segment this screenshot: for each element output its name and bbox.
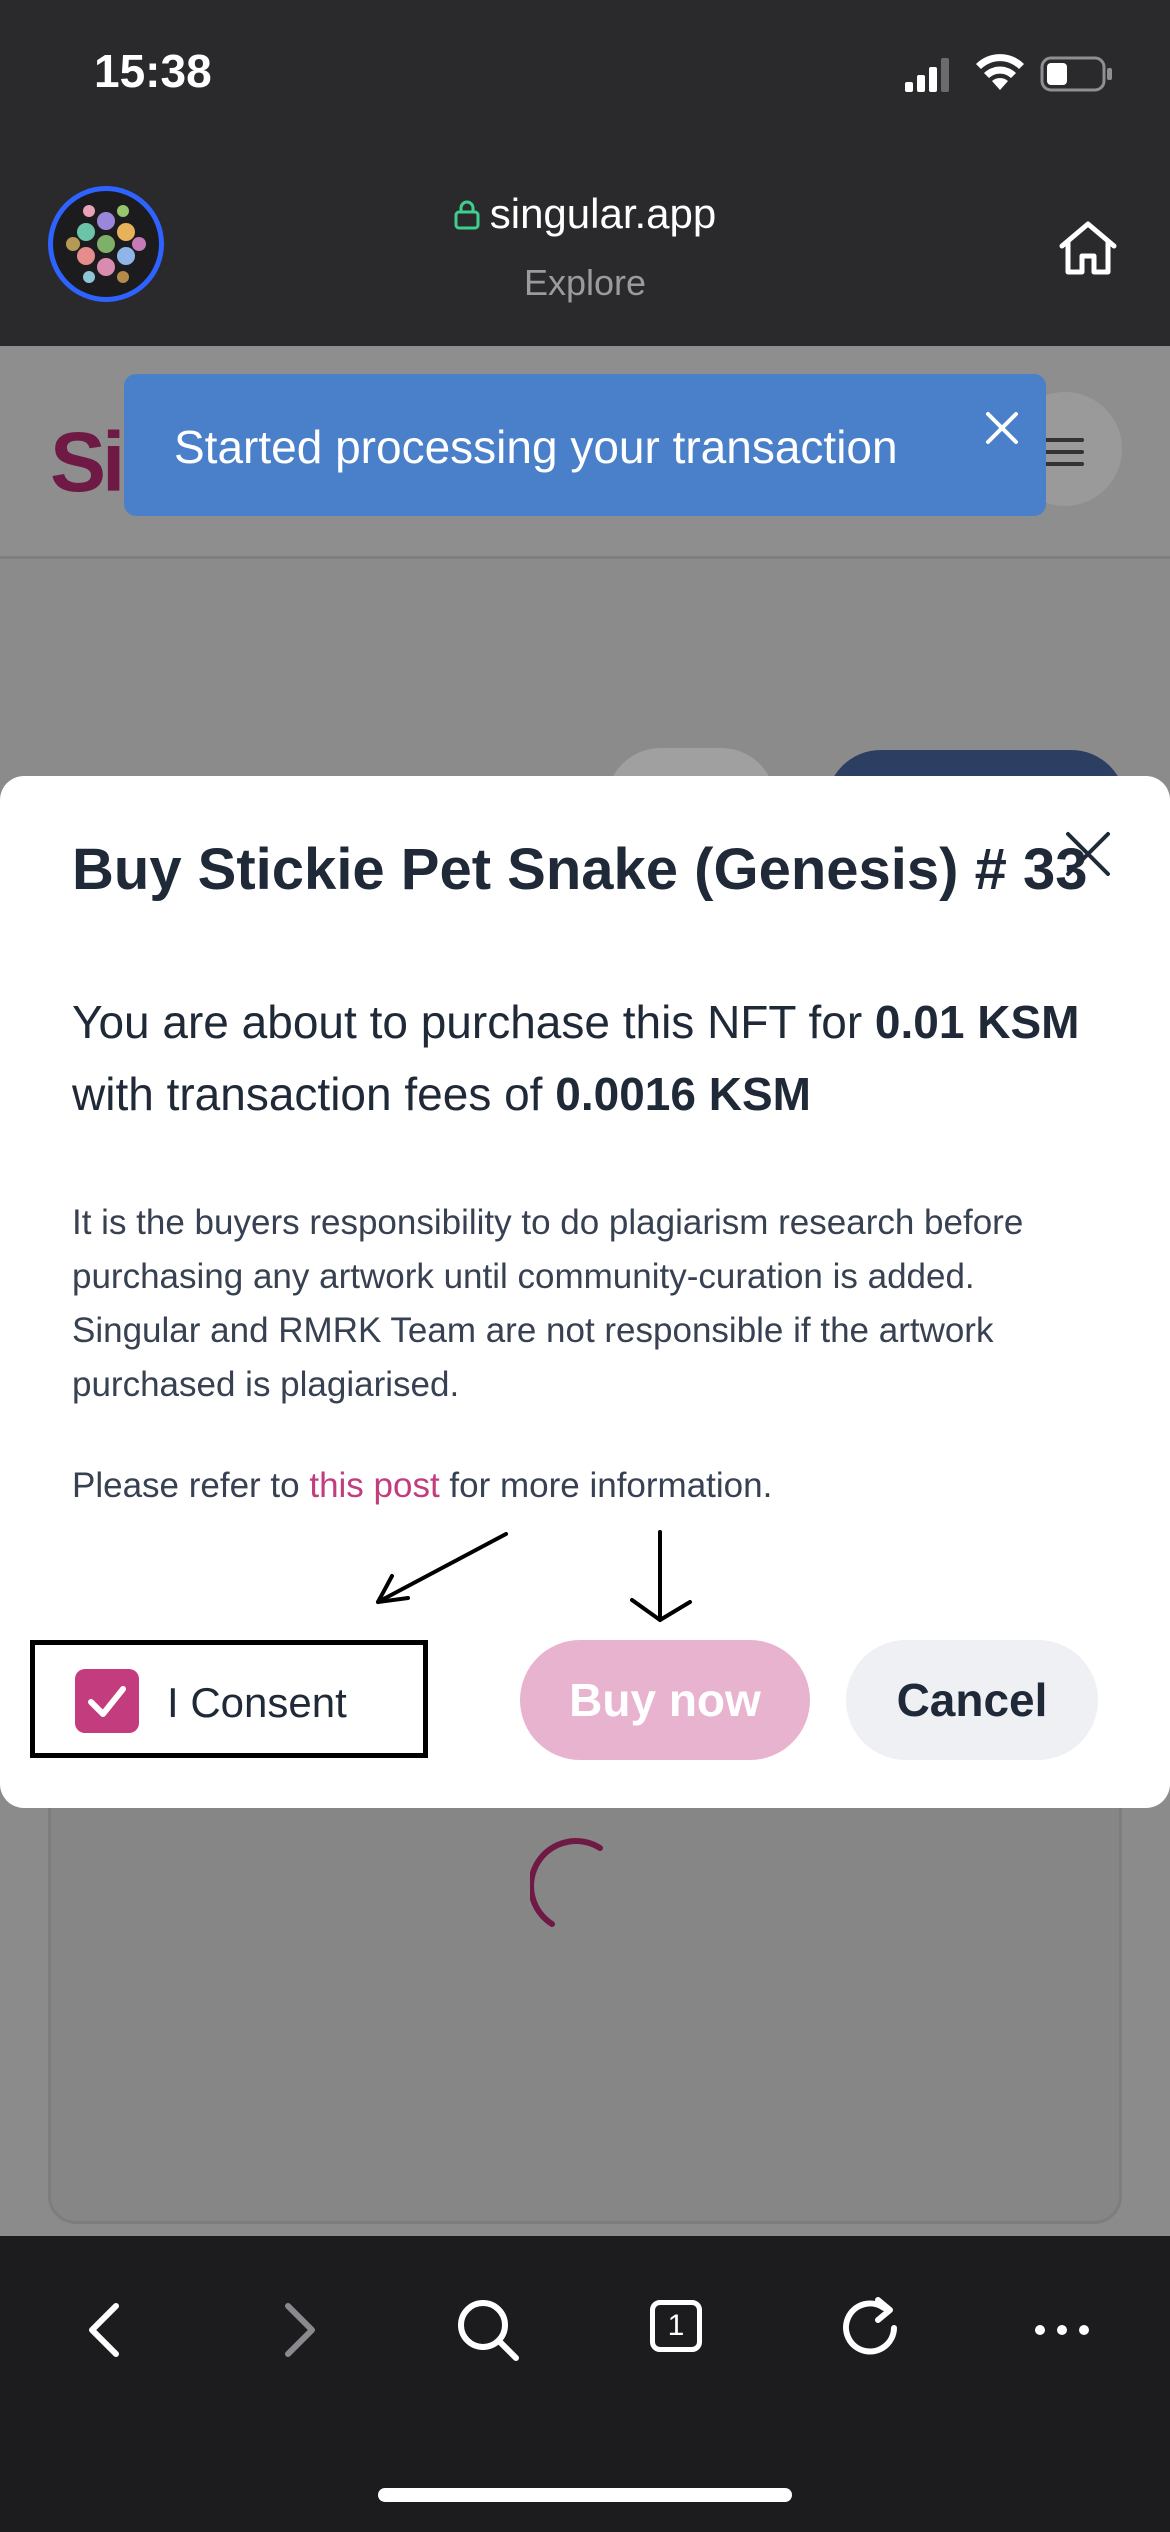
reload-icon[interactable] <box>832 2290 912 2370</box>
toast-message: Started processing your transaction <box>174 421 898 473</box>
battery-icon <box>1040 56 1112 92</box>
url-domain: singular.app <box>489 190 717 237</box>
more-options-icon[interactable] <box>1022 2290 1102 2370</box>
price-prefix: You are about to purchase this NFT for <box>72 996 875 1048</box>
cellular-signal-icon <box>905 58 949 92</box>
forward-icon[interactable] <box>258 2290 338 2370</box>
annotation-arrow <box>630 1530 692 1622</box>
refer-suffix: for more information. <box>439 1466 773 1505</box>
this-post-link[interactable]: this post <box>309 1466 439 1505</box>
buy-modal: Buy Stickie Pet Snake (Genesis) # 33 You… <box>0 776 1170 1808</box>
url-subtitle: Explore <box>523 262 647 303</box>
loading-spinner-icon <box>530 1838 603 1927</box>
price-summary: You are about to purchase this NFT for 0… <box>72 986 1082 1130</box>
status-time: 15:38 <box>94 45 212 97</box>
home-icon[interactable] <box>1056 218 1120 278</box>
buy-now-button[interactable]: Buy now <box>520 1640 810 1760</box>
back-icon[interactable] <box>66 2290 146 2370</box>
consent-checkbox-row[interactable]: I Consent <box>30 1640 428 1758</box>
browser-header <box>0 150 1170 346</box>
toast-notification: Started processing your transaction <box>124 374 1046 516</box>
checkbox-checked-icon[interactable] <box>75 1669 139 1733</box>
price-middle: with transaction fees of <box>72 1068 556 1120</box>
tab-count: 1 <box>650 2300 702 2352</box>
site-logo[interactable]: Si <box>50 414 125 511</box>
hamburger-menu-icon <box>1044 438 1084 466</box>
annotation-arrow <box>376 1532 508 1604</box>
nft-price: 0.01 KSM <box>874 996 1080 1048</box>
toast-close-icon[interactable] <box>982 408 1022 448</box>
lock-icon <box>454 200 480 230</box>
search-icon[interactable] <box>448 2290 528 2370</box>
url-bar[interactable]: singular.app <box>0 190 1170 238</box>
close-icon[interactable] <box>1062 828 1114 880</box>
consent-label: I Consent <box>167 1679 347 1726</box>
home-indicator <box>378 2488 792 2502</box>
cancel-button[interactable]: Cancel <box>846 1640 1098 1760</box>
plagiarism-disclaimer: It is the buyers responsibility to do pl… <box>72 1203 1024 1404</box>
transaction-fee: 0.0016 KSM <box>555 1068 811 1120</box>
wifi-icon <box>976 54 1024 90</box>
modal-title: Buy Stickie Pet Snake (Genesis) # 33 <box>72 837 1088 902</box>
refer-prefix: Please refer to <box>72 1466 310 1505</box>
refer-text: Please refer to this post for more infor… <box>72 1466 772 1506</box>
tabs-button[interactable]: 1 <box>640 2290 720 2370</box>
content-card <box>48 1760 1122 2224</box>
